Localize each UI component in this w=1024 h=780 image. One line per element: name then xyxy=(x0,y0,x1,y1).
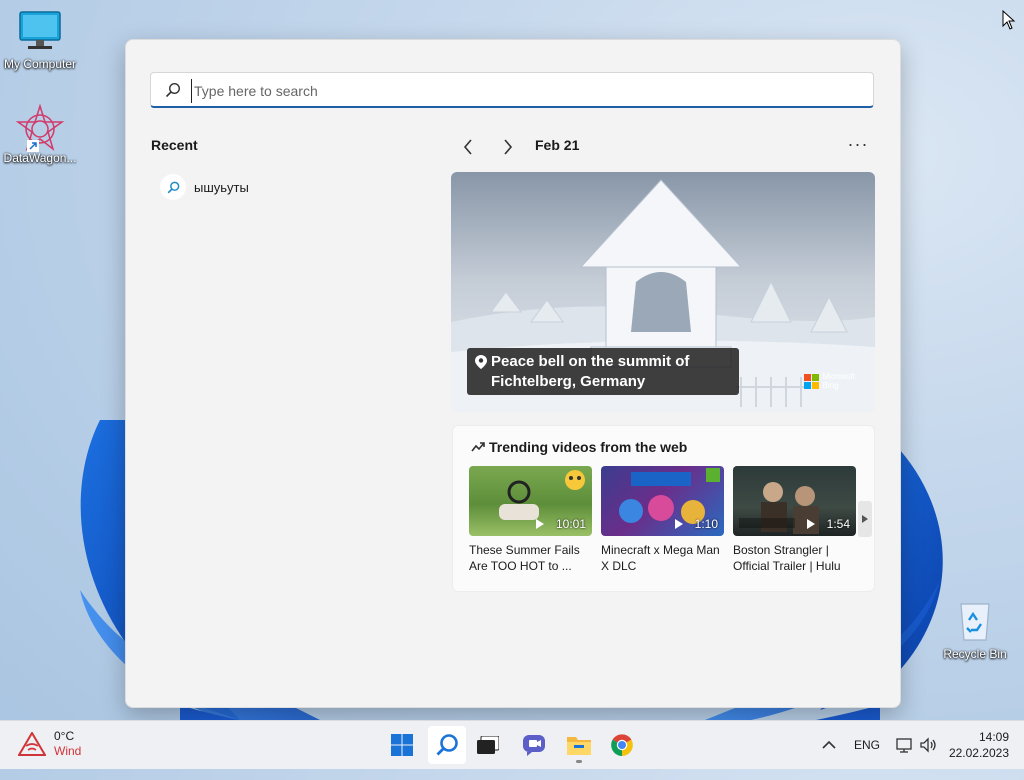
video-title-line-2: Official Trailer | Hulu xyxy=(733,559,841,573)
video-thumbnail: 1:54 xyxy=(733,466,856,536)
chrome-button[interactable] xyxy=(603,726,641,764)
caret-right-icon xyxy=(862,515,868,523)
caption-line-1: Peace bell on the summit of xyxy=(491,353,690,370)
microsoft-logo-icon xyxy=(803,373,819,389)
speaker-volume-icon[interactable] xyxy=(920,737,938,753)
video-duration: 10:01 xyxy=(535,517,586,531)
start-button[interactable] xyxy=(383,726,421,764)
trending-title: Trending videos from the web xyxy=(489,439,688,455)
task-view-icon xyxy=(477,736,499,754)
video-title-line-2: X DLC xyxy=(601,559,637,573)
video-thumbnail: 1:10 xyxy=(601,466,724,536)
chevron-up-icon[interactable] xyxy=(822,740,836,750)
video-title-line-1: These Summer Fails xyxy=(469,543,580,557)
recycle-bin-icon xyxy=(960,603,990,641)
previous-day-button[interactable] xyxy=(456,135,480,159)
network-icon[interactable] xyxy=(896,737,912,753)
trending-heading: Trending videos from the web xyxy=(471,439,687,455)
language-indicator[interactable]: ENG xyxy=(854,738,880,752)
desktop-icon-label: Recycle Bin xyxy=(943,647,1007,661)
desktop-icon-datawagon[interactable]: DataWagon... xyxy=(0,103,80,165)
taskbar: 0°C Wind ENG 14:09 22.02.2023 xyxy=(0,720,1024,769)
chat-icon xyxy=(523,735,545,756)
microsoft-bing-logo: Microsoft Bing xyxy=(803,372,855,390)
windows-logo-icon xyxy=(391,734,413,756)
video-title-line-1: Boston Strangler | xyxy=(733,543,829,557)
search-icon xyxy=(165,82,181,98)
video-title-line-1: Minecraft x Mega Man xyxy=(601,543,720,557)
search-box[interactable] xyxy=(150,72,874,108)
recent-heading: Recent xyxy=(151,137,198,153)
video-thumbnail: 10:01 xyxy=(469,466,592,536)
play-icon xyxy=(535,519,544,529)
system-tray: ENG xyxy=(822,721,938,769)
search-highlight-image[interactable]: Peace bell on the summit of Fichtelberg,… xyxy=(451,172,875,412)
caption-line-2: Fichtelberg, Germany xyxy=(491,373,646,390)
recent-search-item[interactable]: ышуьуты xyxy=(160,174,420,200)
image-caption[interactable]: Peace bell on the summit of Fichtelberg,… xyxy=(467,348,739,395)
running-indicator xyxy=(576,760,582,763)
search-icon xyxy=(436,734,458,756)
play-icon xyxy=(806,519,815,529)
video-item[interactable]: 10:01 These Summer Fails Are TOO HOT to … xyxy=(469,466,592,574)
chrome-icon xyxy=(611,734,633,756)
brand-line-1: Microsoft xyxy=(822,372,855,381)
trending-videos-card: Trending videos from the web 10:01 These… xyxy=(452,425,875,592)
brand-line-2: Bing xyxy=(822,381,839,390)
chevron-right-icon xyxy=(504,139,513,155)
desktop-icon-label: My Computer xyxy=(3,57,77,71)
scroll-right-button[interactable] xyxy=(858,501,872,537)
location-pin-icon xyxy=(475,355,487,369)
clock-date: 22.02.2023 xyxy=(948,746,1009,760)
search-input[interactable] xyxy=(191,79,856,103)
folder-icon xyxy=(567,737,591,755)
datawagon-logo-icon xyxy=(15,103,65,152)
file-explorer-button[interactable] xyxy=(560,726,598,764)
video-duration: 1:54 xyxy=(806,517,850,531)
weather-temperature: 0°C xyxy=(54,729,75,743)
desktop-icon-label: DataWagon... xyxy=(3,151,77,165)
video-duration: 1:10 xyxy=(674,517,718,531)
video-item[interactable]: 1:54 Boston Strangler | Official Trailer… xyxy=(733,466,856,574)
highlight-date: Feb 21 xyxy=(535,137,580,153)
weather-widget[interactable]: 0°C Wind xyxy=(18,729,81,759)
more-options-button[interactable]: ··· xyxy=(846,135,870,159)
clock[interactable]: 14:09 22.02.2023 xyxy=(949,729,1009,761)
video-item[interactable]: 1:10 Minecraft x Mega Man X DLC xyxy=(601,466,724,574)
clock-time: 14:09 xyxy=(978,730,1009,744)
recent-item-label: ышуьуты xyxy=(194,179,249,195)
weather-description: Wind xyxy=(54,744,82,758)
taskbar-search-button[interactable] xyxy=(428,726,466,764)
desktop-icon-my-computer[interactable]: My Computer xyxy=(0,10,80,71)
task-view-button[interactable] xyxy=(469,726,507,764)
play-icon xyxy=(674,519,683,529)
mouse-cursor-icon xyxy=(1002,10,1016,30)
desktop-icon-recycle-bin[interactable]: Recycle Bin xyxy=(935,598,1015,661)
video-title-line-2: Are TOO HOT to ... xyxy=(469,559,572,573)
weather-alert-icon xyxy=(18,732,46,756)
trending-arrow-icon xyxy=(471,442,485,452)
next-day-button[interactable] xyxy=(496,135,520,159)
chevron-left-icon xyxy=(463,139,472,155)
monitor-icon xyxy=(19,11,61,49)
teams-chat-button[interactable] xyxy=(515,726,553,764)
search-panel: Recent ышуьуты Feb 21 ··· xyxy=(125,39,901,708)
search-icon xyxy=(160,174,186,200)
